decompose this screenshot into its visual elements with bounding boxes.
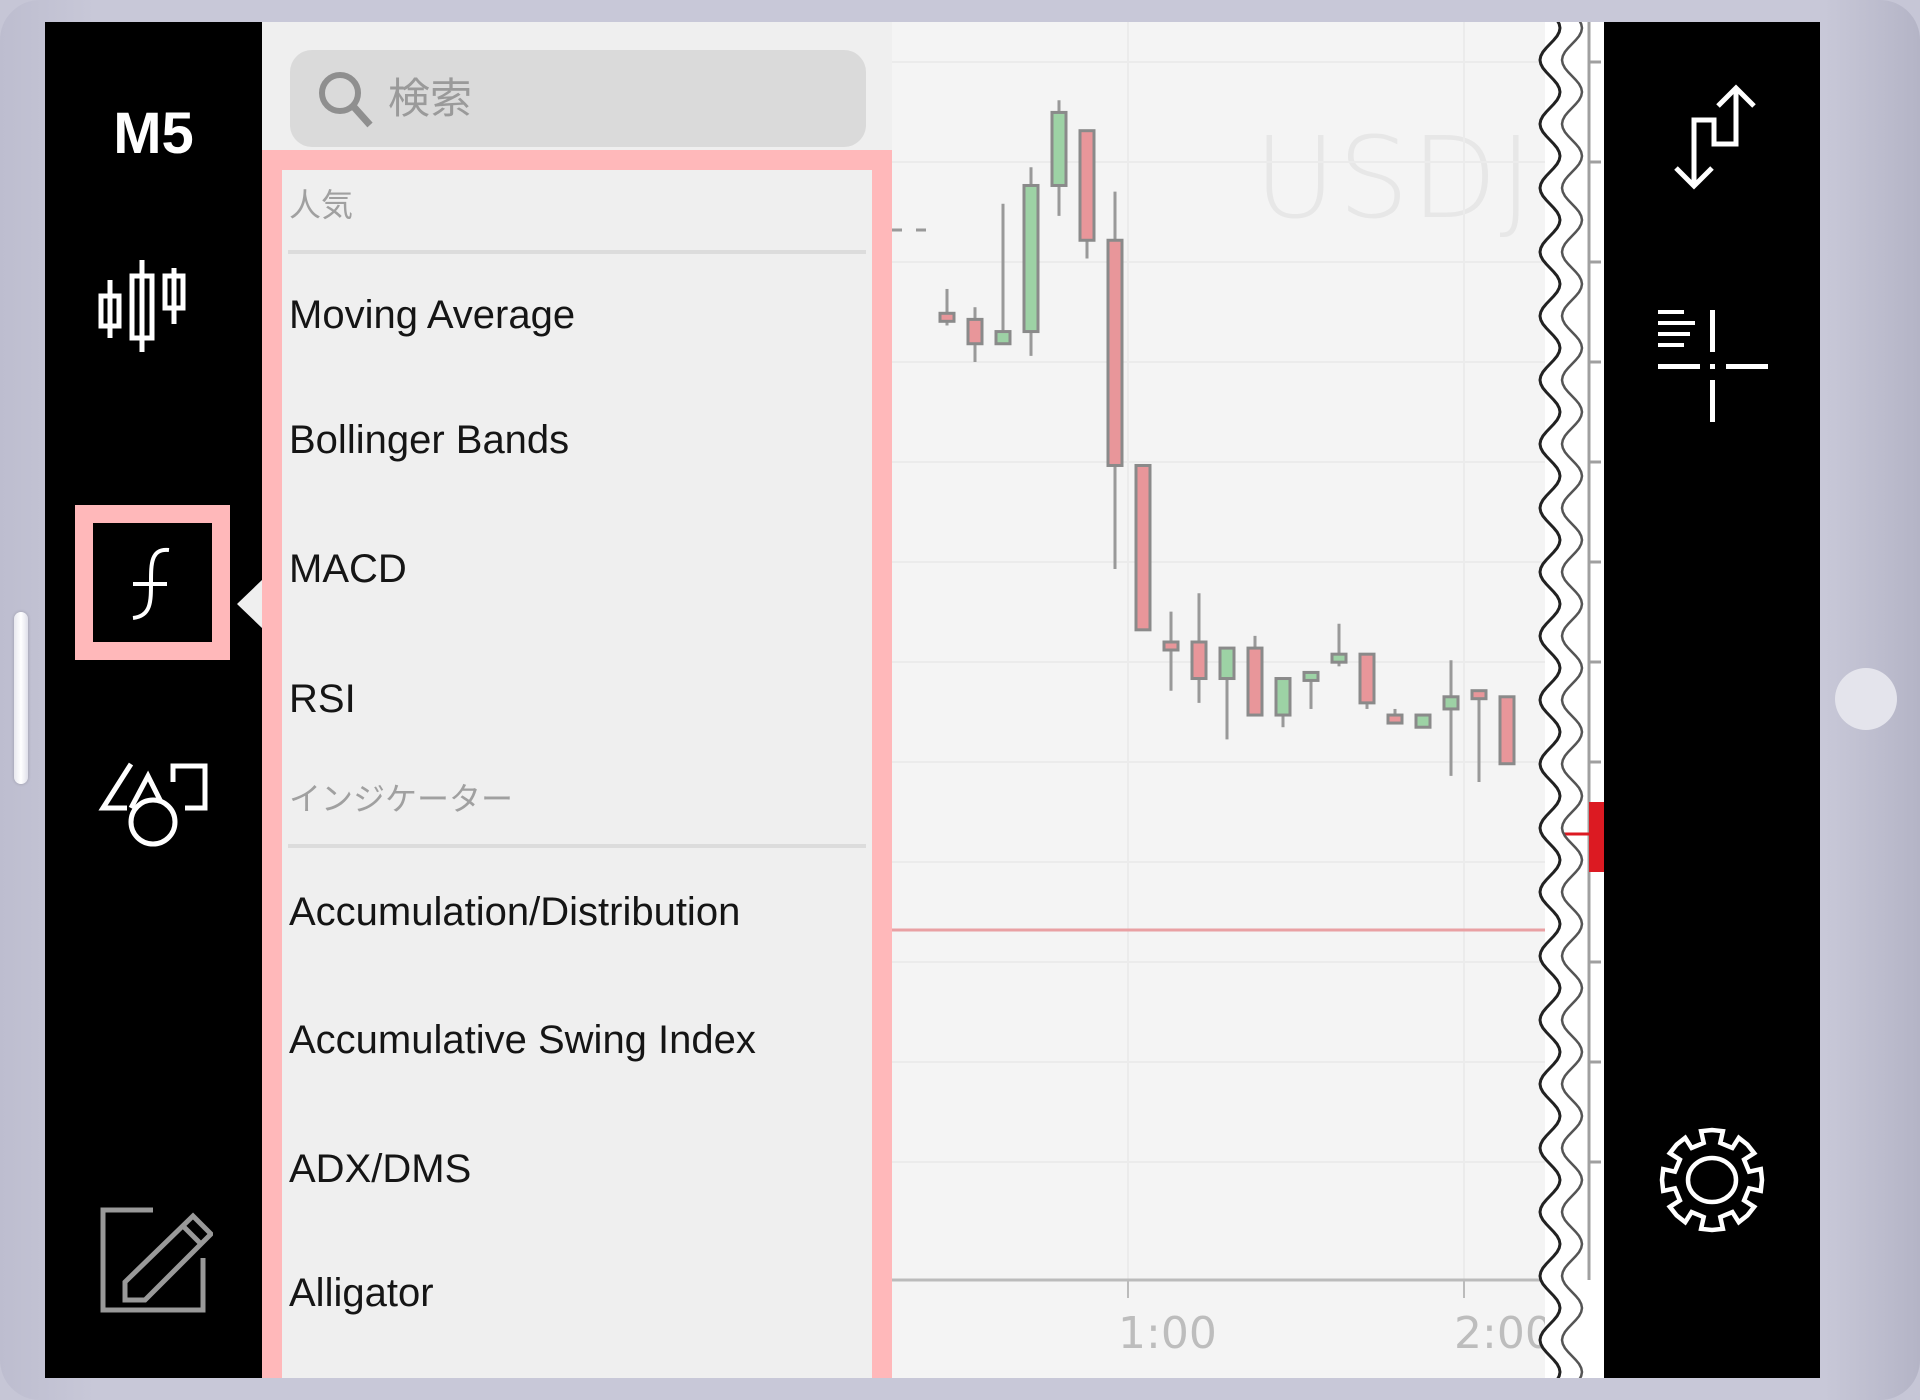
candle-body xyxy=(1274,677,1292,717)
app-screen: M5 検索 人気 Moving Average Bollinger Bands … xyxy=(45,22,1820,1378)
indicator-item[interactable]: Accumulative Swing Index xyxy=(282,976,872,1105)
section-indicators: インジケーター Accumulation/Distribution Accumu… xyxy=(282,764,872,1352)
candle-body xyxy=(1246,646,1264,717)
candle-body xyxy=(1470,689,1488,701)
candle-body xyxy=(1330,652,1348,664)
candle-body xyxy=(966,317,984,346)
candle-body xyxy=(1386,713,1404,725)
indicator-item[interactable]: Accumulation/Distribution xyxy=(282,848,872,976)
candle-body xyxy=(1358,652,1376,705)
timeframe-button[interactable]: M5 xyxy=(45,100,262,167)
search-icon xyxy=(319,71,373,127)
candle-body xyxy=(1106,238,1124,467)
crosshair-info-icon xyxy=(1658,310,1768,422)
shapes-icon xyxy=(98,762,208,847)
candle-body xyxy=(1078,129,1096,242)
settings-button[interactable] xyxy=(1642,1110,1782,1250)
candle-body xyxy=(1302,670,1320,682)
search-box[interactable] xyxy=(290,50,866,147)
indicator-item[interactable]: RSI xyxy=(282,634,872,764)
selection-pointer xyxy=(237,579,263,629)
chart-break-wave xyxy=(1538,22,1584,1378)
indicator-list[interactable]: 人気 Moving Average Bollinger Bands MACD R… xyxy=(282,170,872,1378)
section-popular: 人気 Moving Average Bollinger Bands MACD R… xyxy=(282,170,872,764)
candle-body xyxy=(1442,695,1460,711)
drawing-tools-button[interactable] xyxy=(93,762,213,882)
price-chart[interactable]: USDJPY 1:00 2:00 xyxy=(892,22,1670,1378)
function-icon xyxy=(132,547,170,620)
edit-pencil-icon xyxy=(100,1207,213,1313)
candle-body xyxy=(1218,646,1236,681)
section-header: インジケーター xyxy=(289,780,514,818)
x-tick-label: 1:00 xyxy=(1118,1308,1217,1359)
right-toolbar xyxy=(1604,22,1820,1378)
candlestick-chart[interactable] xyxy=(892,22,1592,1378)
buy-sell-arrows-icon xyxy=(1674,84,1756,190)
indicators-button[interactable] xyxy=(93,522,213,642)
indicator-item[interactable]: Moving Average xyxy=(282,254,872,376)
device-side-button[interactable] xyxy=(14,612,28,784)
left-toolbar: M5 xyxy=(45,22,263,1378)
search-input[interactable] xyxy=(386,73,850,124)
candle-body xyxy=(1134,463,1152,632)
candle-body xyxy=(938,311,956,323)
crosshair-button[interactable] xyxy=(1642,292,1782,432)
edit-button[interactable] xyxy=(93,1202,213,1322)
section-header: 人気 xyxy=(289,186,354,224)
candle-body xyxy=(1414,713,1432,729)
candle-body xyxy=(994,330,1012,346)
candle-body xyxy=(1190,640,1208,681)
candle-body xyxy=(1050,110,1068,187)
indicator-panel: 人気 Moving Average Bollinger Bands MACD R… xyxy=(262,22,892,1378)
device-home-button[interactable] xyxy=(1835,668,1897,730)
order-button[interactable] xyxy=(1642,72,1782,212)
indicator-item[interactable]: Alligator xyxy=(282,1234,872,1352)
indicator-item[interactable]: ADX/DMS xyxy=(282,1105,872,1234)
indicator-item[interactable]: Bollinger Bands xyxy=(282,376,872,505)
candlestick-icon xyxy=(98,260,186,352)
gear-icon xyxy=(1659,1127,1765,1233)
indicator-item[interactable]: MACD xyxy=(282,505,872,634)
candle-body xyxy=(1162,640,1180,652)
candle-body xyxy=(1022,183,1040,334)
chart-type-button[interactable] xyxy=(93,252,213,372)
